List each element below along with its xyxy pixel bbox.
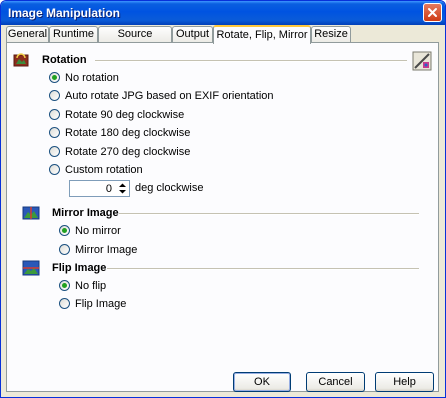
tab-panel-rotate-flip-mirror: Rotation No rotation Auto rotate JPG bas… bbox=[6, 42, 439, 392]
tab-source-images[interactable]: Source Images bbox=[98, 26, 172, 55]
radio-button[interactable] bbox=[59, 298, 70, 309]
radio-label: Flip Image bbox=[75, 297, 127, 310]
custom-rotation-input[interactable] bbox=[72, 182, 112, 195]
title-bar[interactable]: Image Manipulation bbox=[1, 1, 445, 25]
radio-button[interactable] bbox=[49, 109, 60, 120]
radio-button[interactable] bbox=[59, 280, 70, 291]
mirror-icon bbox=[22, 206, 40, 220]
close-icon bbox=[428, 8, 437, 17]
radio-button[interactable] bbox=[49, 127, 60, 138]
mirror-separator bbox=[119, 213, 419, 215]
spinner-arrows-icon[interactable] bbox=[118, 182, 127, 195]
radio-label: No flip bbox=[75, 279, 107, 292]
radio-label: Mirror Image bbox=[75, 243, 138, 256]
radio-label: Rotate 270 deg clockwise bbox=[65, 145, 191, 158]
radio-label: No mirror bbox=[75, 224, 121, 237]
window-title: Image Manipulation bbox=[8, 6, 121, 20]
rotation-separator bbox=[95, 60, 407, 62]
radio-button[interactable] bbox=[49, 72, 60, 83]
radio-custom-rotation[interactable]: Custom rotation bbox=[49, 162, 143, 177]
rotation-icon bbox=[13, 53, 29, 67]
mirror-title: Mirror Image bbox=[52, 207, 119, 219]
custom-rotation-unit: deg clockwise bbox=[135, 182, 204, 194]
radio-button[interactable] bbox=[49, 90, 60, 101]
radio-label: Rotate 90 deg clockwise bbox=[65, 108, 185, 121]
close-button[interactable] bbox=[423, 3, 442, 22]
radio-auto-rotate-exif[interactable]: Auto rotate JPG based on EXIF orientatio… bbox=[49, 88, 274, 103]
radio-button[interactable] bbox=[49, 146, 60, 157]
radio-rotate-90[interactable]: Rotate 90 deg clockwise bbox=[49, 107, 184, 122]
custom-rotation-spinner[interactable] bbox=[69, 180, 130, 197]
dialog-body: General Runtime Source Images Output Rot… bbox=[3, 25, 443, 395]
image-settings-icon[interactable] bbox=[412, 51, 432, 71]
radio-mirror-image[interactable]: Mirror Image bbox=[59, 242, 137, 257]
flip-title: Flip Image bbox=[52, 262, 107, 274]
radio-no-mirror[interactable]: No mirror bbox=[59, 223, 121, 238]
flip-separator bbox=[107, 268, 419, 270]
help-button[interactable]: Help bbox=[375, 372, 434, 392]
tab-rotate-flip-mirror[interactable]: Rotate, Flip, Mirror bbox=[213, 25, 311, 44]
tab-output[interactable]: Output bbox=[172, 26, 213, 42]
tab-resize[interactable]: Resize bbox=[311, 26, 351, 42]
radio-button[interactable] bbox=[59, 225, 70, 236]
radio-label: No rotation bbox=[65, 71, 119, 84]
radio-flip-image[interactable]: Flip Image bbox=[59, 296, 126, 311]
radio-no-rotation[interactable]: No rotation bbox=[49, 70, 119, 85]
rotation-title: Rotation bbox=[42, 54, 87, 66]
radio-rotate-270[interactable]: Rotate 270 deg clockwise bbox=[49, 144, 190, 159]
radio-label: Rotate 180 deg clockwise bbox=[65, 126, 191, 139]
radio-label: Custom rotation bbox=[65, 163, 143, 176]
flip-icon bbox=[22, 260, 40, 276]
radio-rotate-180[interactable]: Rotate 180 deg clockwise bbox=[49, 125, 190, 140]
cancel-button[interactable]: Cancel bbox=[306, 372, 365, 392]
tab-general[interactable]: General bbox=[6, 26, 49, 42]
tab-runtime[interactable]: Runtime bbox=[49, 26, 98, 42]
radio-button[interactable] bbox=[59, 244, 70, 255]
radio-label: Auto rotate JPG based on EXIF orientatio… bbox=[65, 89, 274, 102]
dialog-window: Image Manipulation General Runtime Sourc… bbox=[0, 0, 446, 398]
ok-button[interactable]: OK bbox=[233, 372, 291, 392]
radio-button[interactable] bbox=[49, 164, 60, 175]
radio-no-flip[interactable]: No flip bbox=[59, 278, 106, 293]
